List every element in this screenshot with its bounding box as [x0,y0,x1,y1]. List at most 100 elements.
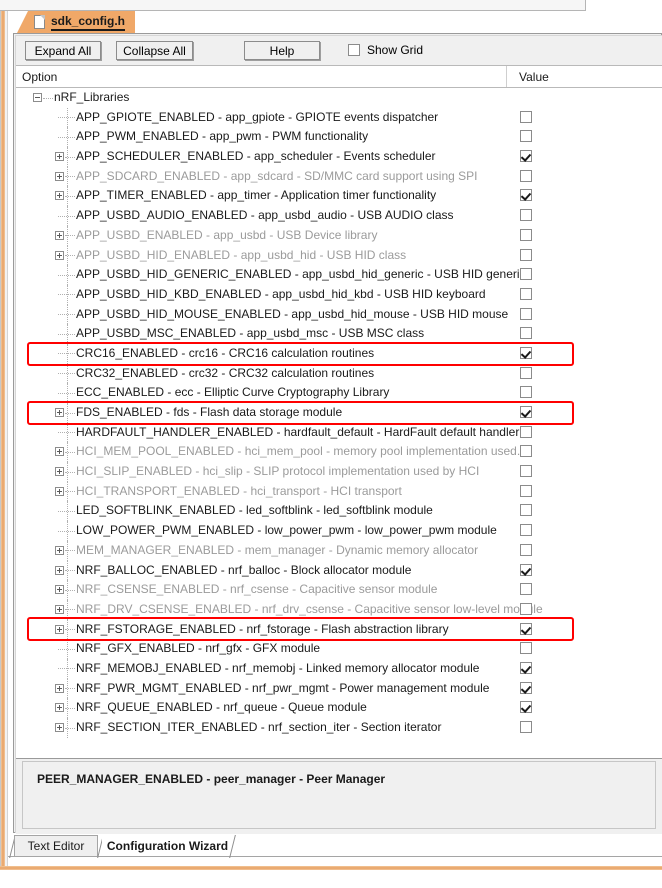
option-value-checkbox[interactable] [520,248,532,261]
option-value-checkbox[interactable] [520,425,532,438]
tree-row[interactable]: LED_SOFTBLINK_ENABLED - led_softblink - … [16,501,662,522]
option-value-checkbox[interactable] [520,366,532,379]
background-window-sliver [0,0,586,11]
tree-row[interactable]: APP_USBD_HID_GENERIC_ENABLED - app_usbd_… [16,265,662,285]
tab-configuration-wizard[interactable]: Configuration Wizard [102,835,233,856]
option-value-checkbox[interactable] [520,622,532,635]
tree-row[interactable]: APP_TIMER_ENABLED - app_timer - Applicat… [16,186,662,207]
tree-row[interactable]: CRC16_ENABLED - crc16 - CRC16 calculatio… [16,343,662,364]
option-value-checkbox[interactable] [520,504,532,517]
expand-node-icon[interactable] [55,171,64,181]
tree-row[interactable]: NRF_FSTORAGE_ENABLED - nrf_fstorage - Fl… [16,619,662,640]
tree-row-label: APP_PWM_ENABLED - app_pwm - PWM function… [76,129,369,144]
expand-node-icon[interactable] [55,723,64,732]
expand-node-icon[interactable] [55,447,64,457]
tree-row[interactable]: MEM_MANAGER_ENABLED - mem_manager - Dyna… [16,540,662,561]
tree-elbow-connector [65,471,75,473]
tree-row[interactable]: ECC_ENABLED - ecc - Elliptic Curve Crypt… [16,383,662,403]
expand-node-icon[interactable] [55,585,64,595]
tree-row[interactable]: HCI_TRANSPORT_ENABLED - hci_transport - … [16,481,662,502]
tree-row[interactable]: HARDFAULT_HANDLER_ENABLED - hardfault_de… [16,422,662,443]
option-value-checkbox[interactable] [520,445,532,458]
tree-elbow-connector [65,609,75,611]
tree-row[interactable]: CRC32_ENABLED - crc32 - CRC32 calculatio… [16,363,662,384]
expand-node-icon[interactable] [55,604,64,614]
tree-row[interactable]: NRF_CSENSE_ENABLED - nrf_csense - Capaci… [16,580,662,600]
option-value-checkbox[interactable] [520,110,532,123]
option-value-checkbox[interactable] [520,287,532,300]
option-value-checkbox[interactable] [520,465,532,478]
expand-node-icon[interactable] [55,408,64,417]
tree-row[interactable]: NRF_SECTION_ITER_ENABLED - nrf_section_i… [16,718,662,738]
expand-node-icon[interactable] [55,230,64,240]
collapse-node-icon[interactable] [33,93,42,102]
option-value-checkbox[interactable] [520,406,532,418]
tree-row[interactable]: nRF_Libraries [16,88,662,108]
option-value-checkbox[interactable] [520,130,532,143]
expand-node-icon[interactable] [55,191,64,201]
tree-row-label: APP_USBD_ENABLED - app_usbd - USB Device… [76,227,378,242]
show-grid-checkbox[interactable] [348,44,360,56]
option-value-checkbox[interactable] [520,602,532,615]
help-button[interactable]: Help [244,41,320,60]
document-tab-sdk-config[interactable]: sdk_config.h [16,11,136,33]
expand-node-icon[interactable] [55,545,64,555]
tree-row[interactable]: APP_SCHEDULER_ENABLED - app_scheduler - … [16,147,662,167]
show-grid-control[interactable]: Show Grid [348,43,423,57]
collapse-all-button[interactable]: Collapse All [116,41,193,60]
option-value-checkbox[interactable] [520,583,532,596]
option-value-checkbox[interactable] [520,327,532,340]
expand-node-icon[interactable] [55,683,64,693]
option-value-checkbox[interactable] [520,189,532,202]
tree-row[interactable]: NRF_GFX_ENABLED - nrf_gfx - GFX module [16,639,662,659]
tree-row[interactable]: APP_SDCARD_ENABLED - app_sdcard - SD/MMC… [16,166,662,187]
tree-row[interactable]: NRF_QUEUE_ENABLED - nrf_queue - Queue mo… [16,698,662,718]
option-value-checkbox[interactable] [520,681,532,694]
option-value-checkbox[interactable] [520,209,532,222]
option-value-checkbox[interactable] [520,543,532,556]
expand-all-button[interactable]: Expand All [25,41,101,60]
tree-row-label: LOW_POWER_PWM_ENABLED - low_power_pwm - … [76,523,497,538]
tree-row[interactable]: NRF_MEMOBJ_ENABLED - nrf_memobj - Linked… [16,658,662,679]
tree-row[interactable]: APP_USBD_HID_KBD_ENABLED - app_usbd_hid_… [16,284,662,305]
option-value-checkbox[interactable] [520,701,532,714]
column-header-option[interactable]: Option [16,66,507,87]
tree-row[interactable]: HCI_SLIP_ENABLED - hci_slip - SLIP proto… [16,462,662,482]
tree-row[interactable]: FDS_ENABLED - fds - Flash data storage m… [16,403,662,423]
option-value-checkbox[interactable] [520,169,532,182]
tree-row[interactable]: NRF_DRV_CSENSE_ENABLED - nrf_drv_csense … [16,599,662,620]
tree-row[interactable]: APP_USBD_ENABLED - app_usbd - USB Device… [16,225,662,246]
tree-row[interactable]: NRF_PWR_MGMT_ENABLED - nrf_pwr_mgmt - Po… [16,678,662,699]
options-tree[interactable]: nRF_Libraries APP_GPIOTE_ENABLED - app_gp… [16,88,662,758]
option-value-checkbox[interactable] [520,268,532,281]
option-value-checkbox[interactable] [520,642,532,655]
tree-row[interactable]: LOW_POWER_PWM_ENABLED - low_power_pwm - … [16,521,662,541]
option-value-checkbox[interactable] [520,150,532,163]
option-value-checkbox[interactable] [520,484,532,497]
option-value-checkbox[interactable] [520,661,532,674]
tree-row[interactable]: HCI_MEM_POOL_ENABLED - hci_mem_pool - me… [16,442,662,463]
tree-row[interactable]: NRF_BALLOC_ENABLED - nrf_balloc - Block … [16,560,662,581]
tree-row[interactable]: APP_PWM_ENABLED - app_pwm - PWM function… [16,127,662,148]
option-value-checkbox[interactable] [520,721,532,733]
tree-row[interactable]: APP_GPIOTE_ENABLED - app_gpiote - GPIOTE… [16,107,662,128]
option-value-checkbox[interactable] [520,386,532,399]
tree-row[interactable]: APP_USBD_HID_ENABLED - app_usbd_hid - US… [16,245,662,266]
expand-node-icon[interactable] [55,250,64,260]
option-value-checkbox[interactable] [520,228,532,241]
expand-node-icon[interactable] [55,152,64,162]
expand-node-icon[interactable] [55,703,64,713]
option-value-checkbox[interactable] [520,346,532,359]
tree-row[interactable]: APP_USBD_HID_MOUSE_ENABLED - app_usbd_hi… [16,304,662,325]
expand-node-icon[interactable] [55,565,64,575]
expand-node-icon[interactable] [55,624,64,634]
option-value-checkbox[interactable] [520,307,532,320]
expand-node-icon[interactable] [55,467,64,477]
option-value-checkbox[interactable] [520,563,532,576]
tree-row[interactable]: APP_USBD_AUDIO_ENABLED - app_usbd_audio … [16,206,662,226]
expand-node-icon[interactable] [55,486,64,496]
tab-text-editor[interactable]: Text Editor [14,835,98,856]
tree-row[interactable]: APP_USBD_MSC_ENABLED - app_usbd_msc - US… [16,324,662,344]
column-header-value[interactable]: Value [508,66,662,87]
option-value-checkbox[interactable] [520,524,532,537]
